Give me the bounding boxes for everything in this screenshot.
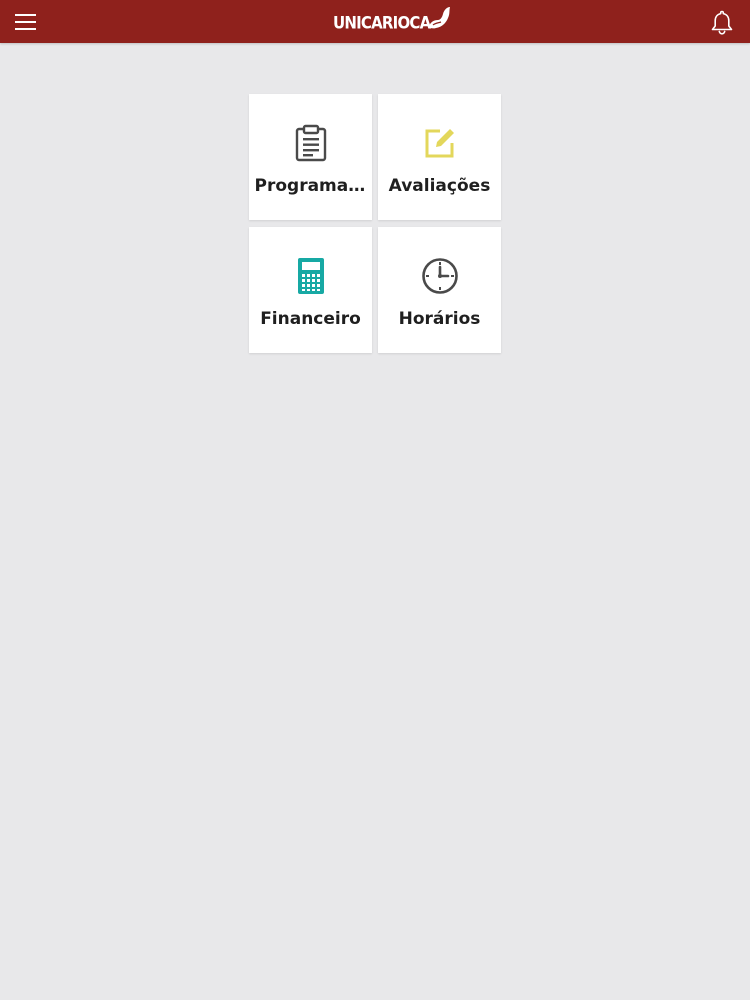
calculator-icon <box>297 258 324 294</box>
tile-label: Financeiro <box>260 309 361 329</box>
notifications-button[interactable] <box>704 4 740 40</box>
bell-icon <box>711 10 733 35</box>
tile-avaliacoes[interactable]: Avaliações <box>378 94 501 220</box>
app-bar: UNICARIOCA <box>0 0 750 43</box>
tile-financeiro[interactable]: Financeiro <box>249 227 372 353</box>
clock-icon <box>421 258 458 294</box>
tile-label: Horários <box>398 309 481 329</box>
tile-icon-wrapper <box>421 257 459 295</box>
tile-icon-wrapper <box>292 124 330 162</box>
menu-button[interactable] <box>8 4 44 40</box>
hamburger-menu-icon <box>15 14 36 30</box>
logo-text: UNICARIOCA <box>333 13 431 33</box>
clipboard-icon <box>295 124 326 162</box>
tile-programa[interactable]: Programa... <box>249 94 372 220</box>
menu-grid: Programa... Avaliações Financeiro Horári… <box>249 94 501 353</box>
app-logo: UNICARIOCA <box>333 3 452 39</box>
edit-icon <box>425 129 454 158</box>
tile-label: Programa... <box>254 176 367 196</box>
tile-icon-wrapper <box>292 257 330 295</box>
tile-label: Avaliações <box>388 176 491 196</box>
tile-icon-wrapper <box>421 124 459 162</box>
tile-horarios[interactable]: Horários <box>378 227 501 353</box>
